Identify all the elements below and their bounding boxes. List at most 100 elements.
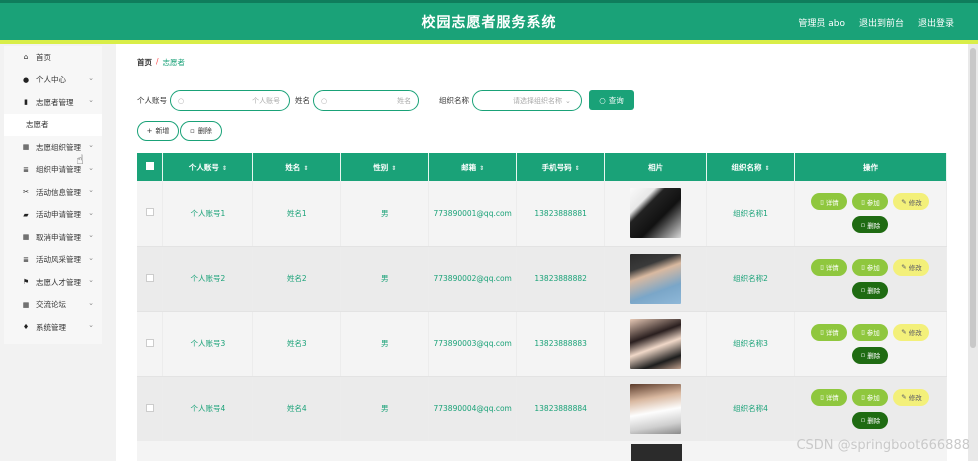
sidebar-item-org-mgmt[interactable]: ▦ 志愿组织管理 ⌄: [4, 136, 102, 159]
name-search-input[interactable]: [331, 96, 412, 105]
chevron-down-icon: ⌄: [88, 163, 94, 172]
detail-button[interactable]: ▯ 详情: [811, 258, 848, 276]
cell-name: 姓名4: [252, 376, 342, 442]
sidebar-item-activity-apply-mgmt[interactable]: ▰ 活动申请管理 ⌄: [4, 204, 102, 227]
cell-org: 组织名称1: [706, 181, 795, 247]
column-header-phone[interactable]: 手机号码 ⇕: [516, 153, 606, 181]
scrollbar-thumb[interactable]: [970, 48, 976, 348]
trash-icon: ▫: [190, 127, 195, 135]
table-row: 个人账号4 姓名4 男 773890004@qq.com 13823888884…: [137, 376, 948, 442]
document-icon: ▯: [861, 263, 865, 271]
org-select[interactable]: ⌄: [472, 90, 582, 111]
back-to-front-link[interactable]: 退出到前台: [859, 16, 904, 29]
sidebar-item-volunteer-mgmt[interactable]: ▮ 志愿者管理 ⌄: [4, 91, 102, 114]
grid-icon: ▦: [22, 143, 30, 152]
sidebar-item-label: 首页: [36, 52, 51, 62]
sort-icon[interactable]: ⇕: [391, 165, 396, 172]
cell-gender: 男: [340, 311, 430, 377]
join-button[interactable]: ▯ 参加: [852, 193, 889, 211]
sidebar: ⌂ 首页 ● 个人中心 ⌄ ▮ 志愿者管理 ⌄ 志愿者 ▦ 志愿组织管理 ⌄ ≣…: [4, 46, 102, 344]
sort-icon[interactable]: ⇕: [479, 165, 484, 172]
account-search-input[interactable]: [188, 96, 281, 105]
volunteer-photo[interactable]: [630, 318, 682, 369]
sidebar-item-label: 志愿者管理: [36, 97, 74, 107]
column-header-account[interactable]: 个人账号 ⇕: [162, 153, 254, 181]
table-row: 个人账号1 姓名1 男 773890001@qq.com 13823888881…: [137, 181, 948, 247]
breadcrumb-home[interactable]: 首页: [137, 57, 152, 68]
batch-delete-button[interactable]: ▫ 删除: [180, 121, 222, 141]
chevron-down-icon: ⌄: [88, 321, 94, 329]
select-all-checkbox[interactable]: [145, 162, 154, 170]
row-checkbox[interactable]: [145, 338, 154, 347]
sidebar-item-label: 志愿者: [26, 120, 49, 130]
sidebar-item-label: 活动信息管理: [36, 187, 81, 197]
volunteer-photo[interactable]: [630, 253, 682, 304]
volunteer-photo[interactable]: [630, 188, 682, 239]
row-checkbox[interactable]: [145, 273, 154, 282]
detail-button[interactable]: ▯ 详情: [811, 323, 848, 341]
vertical-scrollbar[interactable]: [968, 44, 978, 461]
volunteer-photo[interactable]: [631, 444, 682, 461]
delete-button[interactable]: ▫ 删除: [852, 411, 889, 429]
cell-phone: 13823888882: [516, 246, 606, 312]
sidebar-item-forum[interactable]: ▦ 交流论坛 ⌄: [4, 294, 102, 317]
sort-icon[interactable]: ⇕: [765, 165, 770, 172]
edit-button[interactable]: ✎ 修改: [893, 193, 930, 211]
logout-link[interactable]: 退出登录: [918, 16, 954, 29]
column-header-org[interactable]: 组织名称 ⇕: [706, 153, 795, 181]
cell-org: 组织名称3: [706, 311, 795, 377]
chevron-down-icon: ⌄: [88, 298, 94, 307]
column-header-email[interactable]: 邮箱 ⇕: [428, 153, 518, 181]
org-select-input[interactable]: [480, 96, 562, 105]
sidebar-item-system-mgmt[interactable]: ♦ 系统管理 ⌄: [4, 316, 102, 339]
query-button[interactable]: ○ 查询: [589, 90, 634, 110]
sidebar-item-org-apply-mgmt[interactable]: ≣ 组织申请管理 ⌄: [4, 159, 102, 182]
sidebar-item-activity-style-mgmt[interactable]: ≣ 活动风采管理 ⌄: [4, 249, 102, 272]
document-icon: ▯: [861, 197, 865, 206]
delete-button[interactable]: ▫ 删除: [852, 281, 889, 299]
detail-button[interactable]: ▯ 详情: [811, 193, 848, 211]
column-header-name[interactable]: 姓名 ⇕: [252, 153, 342, 181]
sidebar-item-label: 组织申请管理: [36, 165, 81, 175]
sort-icon[interactable]: ⇕: [303, 165, 308, 172]
sidebar-item-label: 系统管理: [36, 322, 66, 332]
chevron-down-icon: ⌄: [88, 73, 94, 82]
sidebar-item-cancel-apply-mgmt[interactable]: ▦ 取消申请管理 ⌄: [4, 226, 102, 249]
cell-email: 773890003@qq.com: [428, 311, 518, 377]
watermark: CSDN @springboot666888: [796, 438, 970, 453]
join-button[interactable]: ▯ 参加: [852, 323, 889, 341]
row-checkbox-cell: [137, 181, 164, 247]
trash-icon: ▫: [860, 351, 866, 359]
sidebar-subitem-volunteer[interactable]: 志愿者: [4, 113, 102, 136]
sidebar-item-personal-center[interactable]: ● 个人中心 ⌄: [4, 69, 102, 92]
clipboard-icon: ▮: [24, 98, 28, 107]
row-checkbox[interactable]: [145, 208, 154, 217]
cell-photo: [604, 376, 708, 442]
column-header-gender[interactable]: 性别 ⇕: [340, 153, 430, 181]
volunteer-photo[interactable]: [630, 383, 682, 434]
delete-button[interactable]: ▫ 删除: [852, 346, 889, 364]
breadcrumb: 首页 / 志愿者: [137, 57, 185, 68]
account-search-field: ○: [170, 90, 290, 111]
join-button[interactable]: ▯ 参加: [852, 388, 889, 406]
cell-phone: 13823888884: [516, 376, 606, 442]
document-icon: ▯: [820, 328, 824, 336]
detail-button[interactable]: ▯ 详情: [811, 388, 848, 406]
edit-button[interactable]: ✎ 修改: [893, 323, 930, 341]
chevron-down-icon: ⌄: [88, 141, 94, 149]
sidebar-item-talent-mgmt[interactable]: ⚑ 志愿人才管理 ⌄: [4, 271, 102, 294]
add-button[interactable]: + 新增: [137, 121, 179, 141]
sort-icon[interactable]: ⇕: [222, 165, 227, 172]
cell-email: 773890004@qq.com: [428, 376, 518, 442]
sidebar-item-activity-info-mgmt[interactable]: ✂ 活动信息管理 ⌄: [4, 181, 102, 204]
delete-button[interactable]: ▫ 删除: [852, 216, 889, 234]
select-all-header[interactable]: [137, 153, 164, 181]
pencil-icon: ✎: [901, 393, 907, 401]
join-button[interactable]: ▯ 参加: [852, 258, 889, 276]
edit-button[interactable]: ✎ 修改: [893, 258, 930, 276]
row-checkbox-cell: [137, 376, 164, 442]
sort-icon[interactable]: ⇕: [575, 165, 580, 172]
edit-button[interactable]: ✎ 修改: [893, 388, 930, 406]
row-checkbox[interactable]: [145, 403, 154, 412]
sidebar-item-home[interactable]: ⌂ 首页: [4, 46, 102, 69]
